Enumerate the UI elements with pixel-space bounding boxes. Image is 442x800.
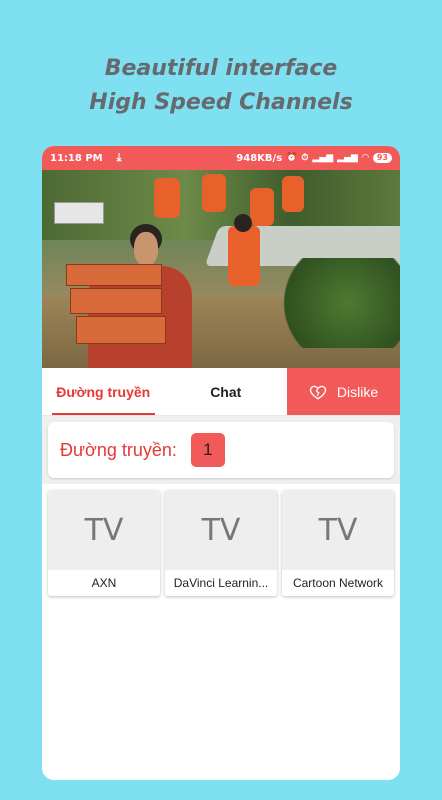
headline-line-1: Beautiful interface (104, 56, 338, 81)
broken-heart-icon (309, 385, 327, 400)
tab-bar: Đường truyền Chat Dislike (42, 368, 400, 416)
channel-card[interactable]: TV AXN (48, 490, 160, 596)
video-player[interactable] (42, 170, 400, 368)
tv-icon: TV (282, 490, 394, 570)
server-label: Đường truyền: (60, 439, 177, 460)
server-panel: Đường truyền: 1 (42, 416, 400, 484)
tab-server[interactable]: Đường truyền (42, 368, 165, 415)
channel-card[interactable]: TV Cartoon Network (282, 490, 394, 596)
video-figure (134, 232, 158, 266)
tv-icon: TV (165, 490, 277, 570)
video-box (70, 288, 162, 314)
battery-icon: 93 (372, 153, 392, 163)
signal-icon: ▂▄▆ (312, 153, 334, 163)
network-speed: 948KB/s (236, 152, 283, 164)
channel-name: DaVinci Learnin... (173, 576, 269, 590)
video-figure (250, 188, 274, 226)
status-time: 11:18 PM (50, 152, 103, 164)
channel-card[interactable]: TV DaVinci Learnin... (165, 490, 277, 596)
alarm-icon: ⏱ (301, 153, 309, 163)
dislike-button[interactable]: Dislike (287, 368, 400, 415)
promo-headline: Beautiful interface High Speed Channels (0, 52, 442, 120)
alarm-off-icon: ⏰ (286, 153, 298, 163)
video-figure (282, 176, 304, 212)
channel-name: AXN (91, 576, 117, 590)
server-card: Đường truyền: 1 (48, 422, 394, 478)
video-figure (154, 178, 180, 218)
channel-grid: TV AXN TV DaVinci Learnin... TV Cartoon … (42, 484, 400, 602)
wifi-icon: ◠ (361, 153, 369, 163)
headline-line-2: High Speed Channels (89, 90, 353, 115)
video-figure (202, 174, 226, 212)
signal-icon-2: ▂▄▆ (337, 153, 358, 163)
video-box (76, 316, 166, 344)
download-icon: ⤓ (116, 151, 122, 164)
channel-name: Cartoon Network (292, 576, 384, 590)
video-figure (228, 226, 260, 286)
tab-chat[interactable]: Chat (165, 368, 288, 415)
phone-screen: 11:18 PM ⤓ 948KB/s ⏰ ⏱ ▂▄▆ ▂▄▆ ◠ 93 Đườn… (42, 146, 400, 780)
video-box (54, 202, 104, 224)
video-foliage (270, 258, 400, 348)
server-1-button[interactable]: 1 (190, 433, 225, 467)
dislike-label: Dislike (336, 383, 379, 400)
status-right: 948KB/s ⏰ ⏱ ▂▄▆ ▂▄▆ ◠ 93 (236, 153, 392, 164)
video-figure (234, 214, 252, 232)
status-bar: 11:18 PM ⤓ 948KB/s ⏰ ⏱ ▂▄▆ ▂▄▆ ◠ 93 (42, 146, 400, 170)
video-box (66, 264, 162, 286)
tv-icon: TV (48, 490, 160, 570)
